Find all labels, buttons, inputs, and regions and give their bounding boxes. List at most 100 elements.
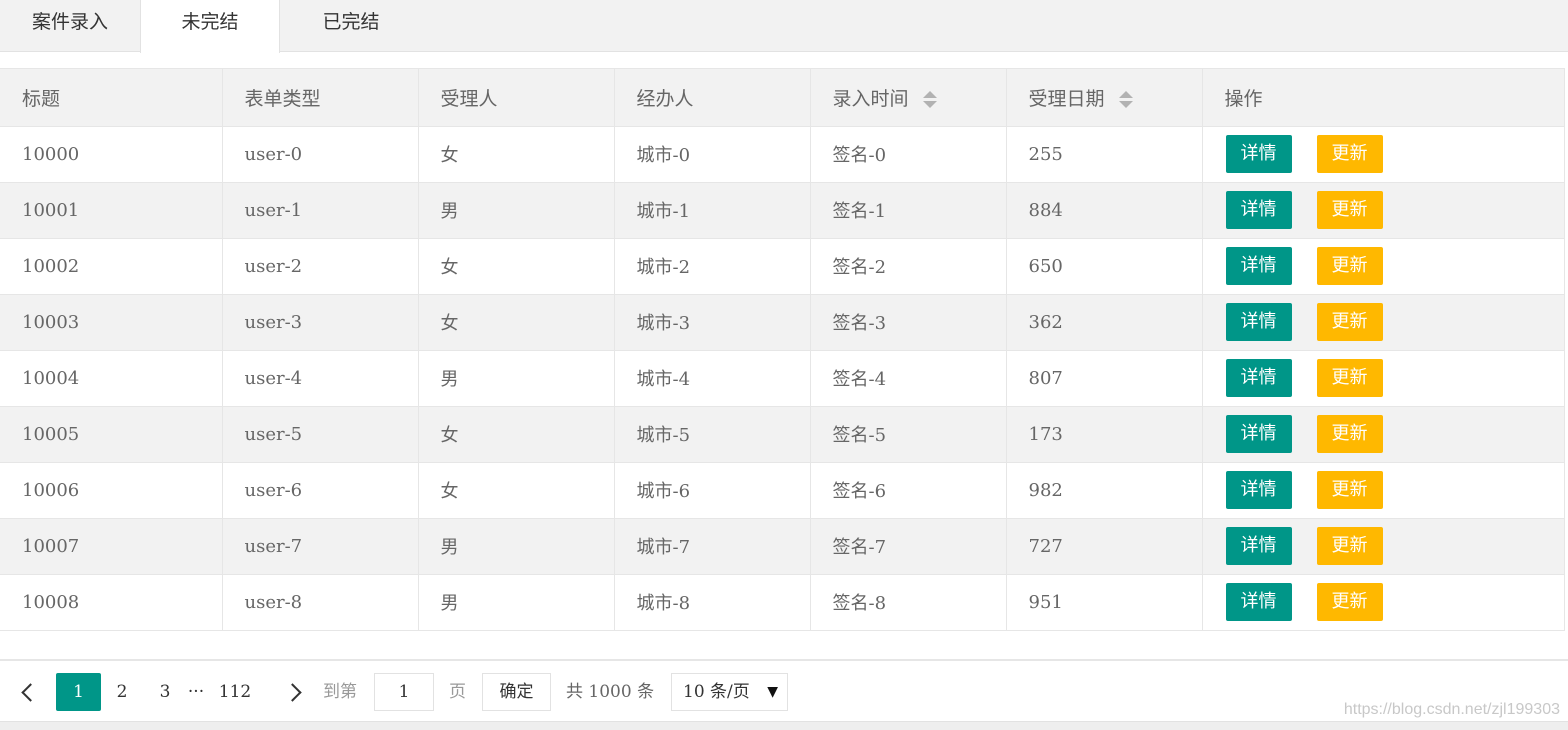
- cell-assignee: 男: [418, 350, 615, 407]
- detail-button[interactable]: 详情: [1225, 471, 1292, 509]
- detail-button[interactable]: 详情: [1225, 247, 1292, 285]
- prev-page-button[interactable]: [14, 673, 42, 711]
- header-title: 标题: [0, 69, 223, 127]
- cell-form-type: user-8: [222, 574, 419, 631]
- cell-title: 10003: [0, 294, 223, 351]
- update-button[interactable]: 更新: [1316, 583, 1383, 621]
- table-row: 10007 user-7 男城市-7 签名-7 727 详情 更新: [0, 518, 1564, 575]
- detail-button[interactable]: 详情: [1225, 415, 1292, 453]
- update-button[interactable]: 更新: [1316, 247, 1383, 285]
- page-current[interactable]: 1: [56, 673, 101, 711]
- cell-assignee: 女: [418, 126, 615, 183]
- update-button[interactable]: 更新: [1316, 135, 1383, 173]
- header-actions: 操作: [1202, 69, 1564, 127]
- cell-entry-time: 签名-6: [810, 462, 1007, 519]
- update-button[interactable]: 更新: [1316, 191, 1383, 229]
- caret-down-icon: ▼: [767, 684, 778, 700]
- cell-entry-time: 签名-0: [810, 126, 1007, 183]
- cell-actions: 详情 更新: [1202, 574, 1564, 631]
- cell-form-type: user-5: [222, 406, 419, 463]
- next-page-button[interactable]: [280, 673, 308, 711]
- cell-title: 10007: [0, 518, 223, 575]
- page-last[interactable]: 112: [216, 673, 254, 711]
- total-count: 共 1000 条: [566, 682, 655, 702]
- cell-handler: 城市-8: [614, 574, 811, 631]
- page-ellipsis: ···: [187, 682, 205, 702]
- table-header-row: 标题 表单类型 受理人 经办人 录入时间 受理日期 操作: [0, 69, 1564, 127]
- page-unit-label: 页: [449, 682, 466, 702]
- detail-button[interactable]: 详情: [1225, 191, 1292, 229]
- cell-form-type: user-1: [222, 182, 419, 239]
- cell-accept-date: 951: [1006, 574, 1203, 631]
- pagination: 1 2 3 ··· 112 到第 页 确定 共 1000 条 10 条/页 ▼: [0, 659, 1568, 721]
- cell-assignee: 男: [418, 182, 615, 239]
- confirm-button[interactable]: 确定: [482, 673, 551, 711]
- cell-handler: 城市-5: [614, 406, 811, 463]
- tab-bar: 案件录入 未完结 已完结: [0, 0, 1568, 53]
- update-button[interactable]: 更新: [1316, 359, 1383, 397]
- cell-entry-time: 签名-5: [810, 406, 1007, 463]
- cell-handler: 城市-6: [614, 462, 811, 519]
- cell-accept-date: 982: [1006, 462, 1203, 519]
- cell-assignee: 女: [418, 406, 615, 463]
- cell-title: 10001: [0, 182, 223, 239]
- header-entry-time[interactable]: 录入时间: [810, 69, 1007, 127]
- sort-icon[interactable]: [922, 90, 937, 110]
- cell-title: 10004: [0, 350, 223, 407]
- cell-actions: 详情 更新: [1202, 126, 1564, 183]
- cell-accept-date: 727: [1006, 518, 1203, 575]
- cell-accept-date: 650: [1006, 238, 1203, 295]
- cell-accept-date: 173: [1006, 406, 1203, 463]
- update-button[interactable]: 更新: [1316, 415, 1383, 453]
- update-button[interactable]: 更新: [1316, 471, 1383, 509]
- header-entry-time-label: 录入时间: [832, 87, 909, 110]
- header-handler: 经办人: [614, 69, 811, 127]
- cell-accept-date: 362: [1006, 294, 1203, 351]
- cell-handler: 城市-7: [614, 518, 811, 575]
- table-body: 10000 user-0 女城市-0 签名-0 255 详情 更新 10001 user-1 男城…: [0, 126, 1564, 631]
- tab-unfinished[interactable]: 未完结: [140, 0, 280, 53]
- table-row: 10001 user-1 男城市-1 签名-1 884 详情 更新: [0, 182, 1564, 239]
- detail-button[interactable]: 详情: [1225, 359, 1292, 397]
- cell-form-type: user-3: [222, 294, 419, 351]
- detail-button[interactable]: 详情: [1225, 303, 1292, 341]
- chevron-left-icon: [20, 683, 40, 702]
- table-row: 10000 user-0 女城市-0 签名-0 255 详情 更新: [0, 126, 1564, 183]
- tab-finished[interactable]: 已完结: [280, 0, 422, 52]
- cell-actions: 详情 更新: [1202, 406, 1564, 463]
- cell-entry-time: 签名-2: [810, 238, 1007, 295]
- table-row: 10002 user-2 女城市-2 签名-2 650 详情 更新: [0, 238, 1564, 295]
- cell-assignee: 男: [418, 518, 615, 575]
- update-button[interactable]: 更新: [1316, 527, 1383, 565]
- cell-form-type: user-0: [222, 126, 419, 183]
- sort-icon[interactable]: [1118, 90, 1133, 110]
- table-row: 10004 user-4 男城市-4 签名-4 807 详情 更新: [0, 350, 1564, 407]
- cell-form-type: user-6: [222, 462, 419, 519]
- cell-assignee: 男: [418, 574, 615, 631]
- cell-entry-time: 签名-7: [810, 518, 1007, 575]
- chevron-right-icon: [282, 683, 302, 702]
- cell-handler: 城市-4: [614, 350, 811, 407]
- header-form-type: 表单类型: [222, 69, 419, 127]
- cell-actions: 详情 更新: [1202, 238, 1564, 295]
- detail-button[interactable]: 详情: [1225, 135, 1292, 173]
- detail-button[interactable]: 详情: [1225, 527, 1292, 565]
- tab-case-entry[interactable]: 案件录入: [0, 0, 140, 52]
- page-3[interactable]: 3: [153, 673, 177, 711]
- cell-accept-date: 255: [1006, 126, 1203, 183]
- cell-actions: 详情 更新: [1202, 518, 1564, 575]
- cell-actions: 详情 更新: [1202, 462, 1564, 519]
- cell-actions: 详情 更新: [1202, 350, 1564, 407]
- cell-handler: 城市-1: [614, 182, 811, 239]
- cell-assignee: 女: [418, 238, 615, 295]
- goto-label: 到第: [323, 682, 357, 702]
- update-button[interactable]: 更新: [1316, 303, 1383, 341]
- cell-title: 10000: [0, 126, 223, 183]
- goto-page-input[interactable]: [374, 673, 434, 711]
- cell-handler: 城市-2: [614, 238, 811, 295]
- page-2[interactable]: 2: [110, 673, 134, 711]
- detail-button[interactable]: 详情: [1225, 583, 1292, 621]
- header-accept-date[interactable]: 受理日期: [1006, 69, 1203, 127]
- cell-accept-date: 884: [1006, 182, 1203, 239]
- page-size-select[interactable]: 10 条/页 ▼: [671, 673, 788, 711]
